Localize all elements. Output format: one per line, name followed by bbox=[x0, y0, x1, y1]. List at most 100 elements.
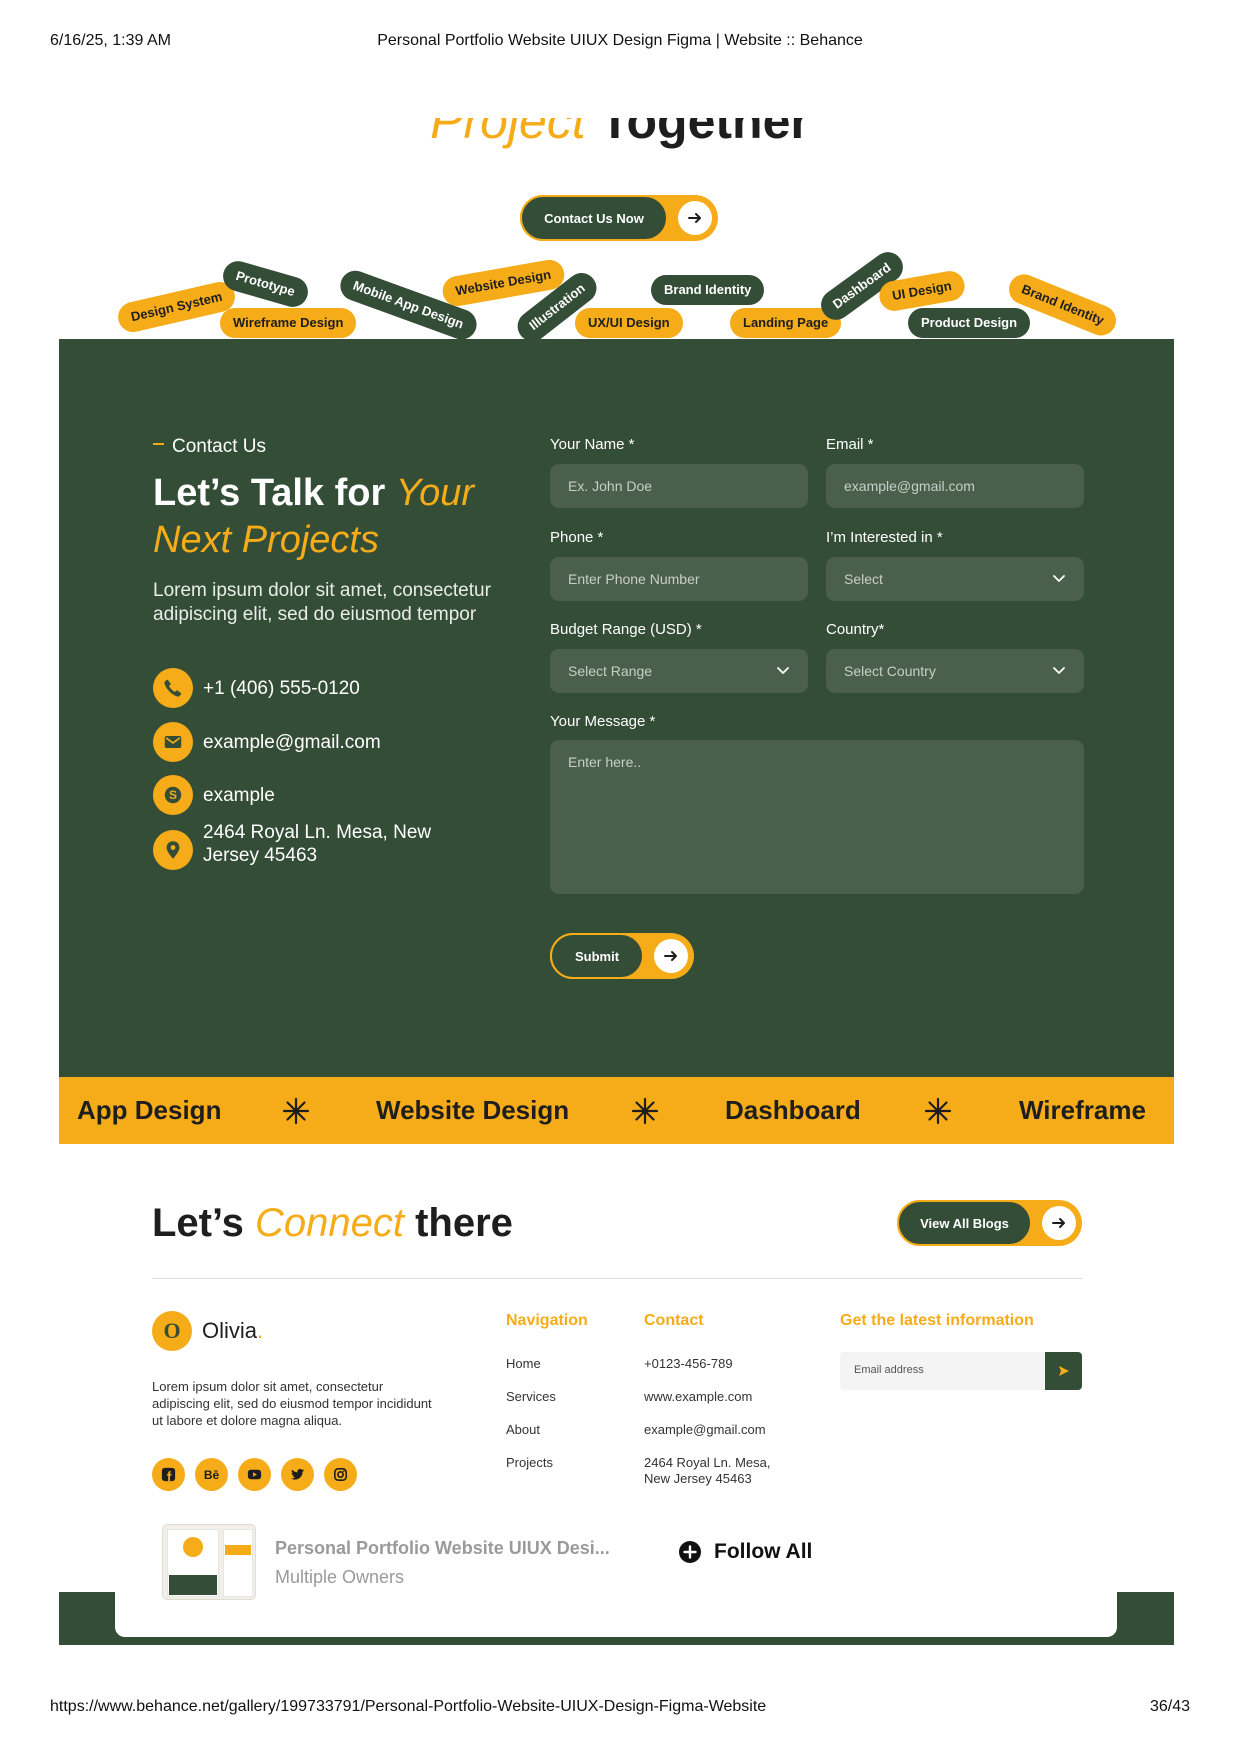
contact-skype[interactable]: S example bbox=[153, 775, 443, 815]
contact-description: Lorem ipsum dolor sit amet, consectetur … bbox=[153, 580, 491, 625]
arrow-right-icon bbox=[654, 939, 688, 973]
connect-accent: Connect bbox=[255, 1201, 404, 1245]
thumb-page-b bbox=[223, 1529, 253, 1597]
footer-website[interactable]: www.example.com bbox=[644, 1389, 752, 1405]
hero-title: Project Together bbox=[0, 118, 1240, 154]
mail-icon bbox=[153, 722, 193, 762]
follow-all-label: Follow All bbox=[714, 1540, 813, 1563]
nav-link-about[interactable]: About bbox=[506, 1422, 540, 1438]
instagram-icon[interactable] bbox=[324, 1458, 357, 1491]
follow-all-button[interactable]: Follow All bbox=[678, 1540, 812, 1564]
arrow-right-icon bbox=[678, 201, 712, 235]
nav-link-projects[interactable]: Projects bbox=[506, 1455, 553, 1471]
phone-label: Phone * bbox=[550, 529, 604, 546]
budget-value: Select Range bbox=[568, 663, 653, 679]
name-placeholder: Ex. John Doe bbox=[568, 478, 653, 494]
newsletter-email-input[interactable]: Email address bbox=[854, 1364, 924, 1376]
contact-address-text: 2464 Royal Ln. Mesa, New Jersey 45463 bbox=[203, 822, 432, 866]
asterisk-icon bbox=[631, 1097, 659, 1125]
project-owners[interactable]: Multiple Owners bbox=[275, 1567, 404, 1588]
project-title[interactable]: Personal Portfolio Website UIUX Desi... bbox=[275, 1538, 625, 1559]
location-pin-icon bbox=[153, 830, 193, 870]
contact-us-now-button[interactable]: Contact Us Now bbox=[520, 195, 718, 241]
contact-email[interactable]: example@gmail.com bbox=[153, 722, 443, 762]
print-title: Personal Portfolio Website UIUX Design F… bbox=[377, 32, 863, 49]
svg-text:S: S bbox=[169, 788, 177, 802]
newsletter-heading: Get the latest information bbox=[840, 1312, 1034, 1329]
footer-divider bbox=[152, 1278, 1082, 1279]
marquee-item: Website Design bbox=[376, 1095, 570, 1125]
view-all-blogs-button[interactable]: View All Blogs bbox=[897, 1200, 1082, 1246]
footer-logo[interactable]: O Olivia. bbox=[152, 1311, 263, 1351]
contact-skype-text: example bbox=[203, 785, 275, 806]
skill-tags: Design System Prototype Wireframe Design… bbox=[0, 240, 1240, 348]
hero-title-rest: Together bbox=[599, 118, 810, 149]
footer-email[interactable]: example@gmail.com bbox=[644, 1422, 766, 1438]
submit-label: Submit bbox=[550, 933, 644, 979]
contact-address: 2464 Royal Ln. Mesa, New Jersey 45463 bbox=[153, 821, 443, 870]
asterisk-icon bbox=[282, 1097, 310, 1125]
social-links: Bē bbox=[152, 1458, 367, 1491]
tag-ux-ui-design: UX/UI Design bbox=[575, 308, 683, 338]
thumb-avatar bbox=[183, 1537, 203, 1557]
chevron-down-icon bbox=[777, 667, 789, 674]
interest-select[interactable]: Select bbox=[826, 557, 1084, 601]
name-label: Your Name * bbox=[550, 436, 635, 453]
view-all-blogs-label: View All Blogs bbox=[897, 1200, 1032, 1246]
submit-button[interactable]: Submit bbox=[550, 933, 694, 979]
budget-select[interactable]: Select Range bbox=[550, 649, 808, 693]
marquee-item: Wireframe bbox=[1019, 1095, 1146, 1125]
project-owner-bar: Personal Portfolio Website UIUX Desi... … bbox=[152, 1518, 852, 1608]
interest-value: Select bbox=[844, 571, 883, 587]
asterisk-icon bbox=[924, 1097, 952, 1125]
send-icon bbox=[1058, 1366, 1069, 1376]
email-input[interactable]: example@gmail.com bbox=[826, 464, 1084, 508]
thumb-band bbox=[169, 1575, 217, 1595]
print-url: https://www.behance.net/gallery/19973379… bbox=[50, 1698, 767, 1715]
message-placeholder: Enter here.. bbox=[568, 754, 642, 770]
logo-mark: O bbox=[152, 1311, 192, 1351]
footer-description: Lorem ipsum dolor sit amet, consectetur … bbox=[152, 1379, 432, 1428]
contact-column-heading: Contact bbox=[644, 1312, 704, 1329]
send-button[interactable] bbox=[1045, 1352, 1082, 1390]
nav-link-services[interactable]: Services bbox=[506, 1389, 556, 1405]
contact-phone[interactable]: +1 (406) 555-0120 bbox=[153, 668, 443, 708]
eyebrow-dash bbox=[153, 443, 164, 445]
email-label: Email * bbox=[826, 436, 874, 453]
chevron-down-icon bbox=[1053, 667, 1065, 674]
facebook-icon[interactable] bbox=[152, 1458, 185, 1491]
thumb-accent bbox=[225, 1545, 251, 1555]
email-placeholder: example@gmail.com bbox=[844, 478, 975, 494]
twitter-icon[interactable] bbox=[281, 1458, 314, 1491]
behance-icon[interactable]: Bē bbox=[195, 1458, 228, 1491]
phone-input[interactable]: Enter Phone Number bbox=[550, 557, 808, 601]
message-textarea[interactable]: Enter here.. bbox=[550, 740, 1084, 894]
marquee-item: Dashboard bbox=[725, 1095, 861, 1125]
hero-title-accent: Project bbox=[430, 118, 586, 149]
marquee-item: App Design bbox=[77, 1095, 222, 1125]
name-input[interactable]: Ex. John Doe bbox=[550, 464, 808, 508]
newsletter-form: Email address bbox=[840, 1352, 1082, 1390]
connect-pre: Let’s bbox=[152, 1201, 255, 1245]
contact-heading-main: Let’s Talk for bbox=[153, 472, 396, 514]
services-marquee: App Design Website Design Dashboard Wire… bbox=[59, 1077, 1174, 1144]
connect-post: there bbox=[403, 1201, 513, 1245]
brand-name: Olivia bbox=[202, 1318, 258, 1343]
youtube-icon[interactable] bbox=[238, 1458, 271, 1491]
project-thumbnail[interactable] bbox=[162, 1524, 256, 1600]
interest-label: I’m Interested in * bbox=[826, 529, 943, 546]
country-select[interactable]: Select Country bbox=[826, 649, 1084, 693]
contact-email-text: example@gmail.com bbox=[203, 732, 381, 753]
print-footer: https://www.behance.net/gallery/19973379… bbox=[50, 1698, 1190, 1718]
contact-us-now-label: Contact Us Now bbox=[520, 195, 668, 241]
plus-circle-icon bbox=[679, 1541, 701, 1563]
print-header: 6/16/25, 1:39 AM Personal Portfolio Webs… bbox=[50, 32, 1190, 52]
footer-phone[interactable]: +0123-456-789 bbox=[644, 1356, 733, 1372]
contact-eyebrow: Contact Us bbox=[153, 436, 266, 458]
message-label: Your Message * bbox=[550, 713, 656, 730]
nav-link-home[interactable]: Home bbox=[506, 1356, 541, 1372]
print-page-number: 36/43 bbox=[1149, 1698, 1190, 1715]
footer-address: 2464 Royal Ln. Mesa, New Jersey 45463 bbox=[644, 1455, 771, 1486]
tag-brand-identity: Brand Identity bbox=[651, 275, 765, 305]
country-value: Select Country bbox=[844, 663, 936, 679]
